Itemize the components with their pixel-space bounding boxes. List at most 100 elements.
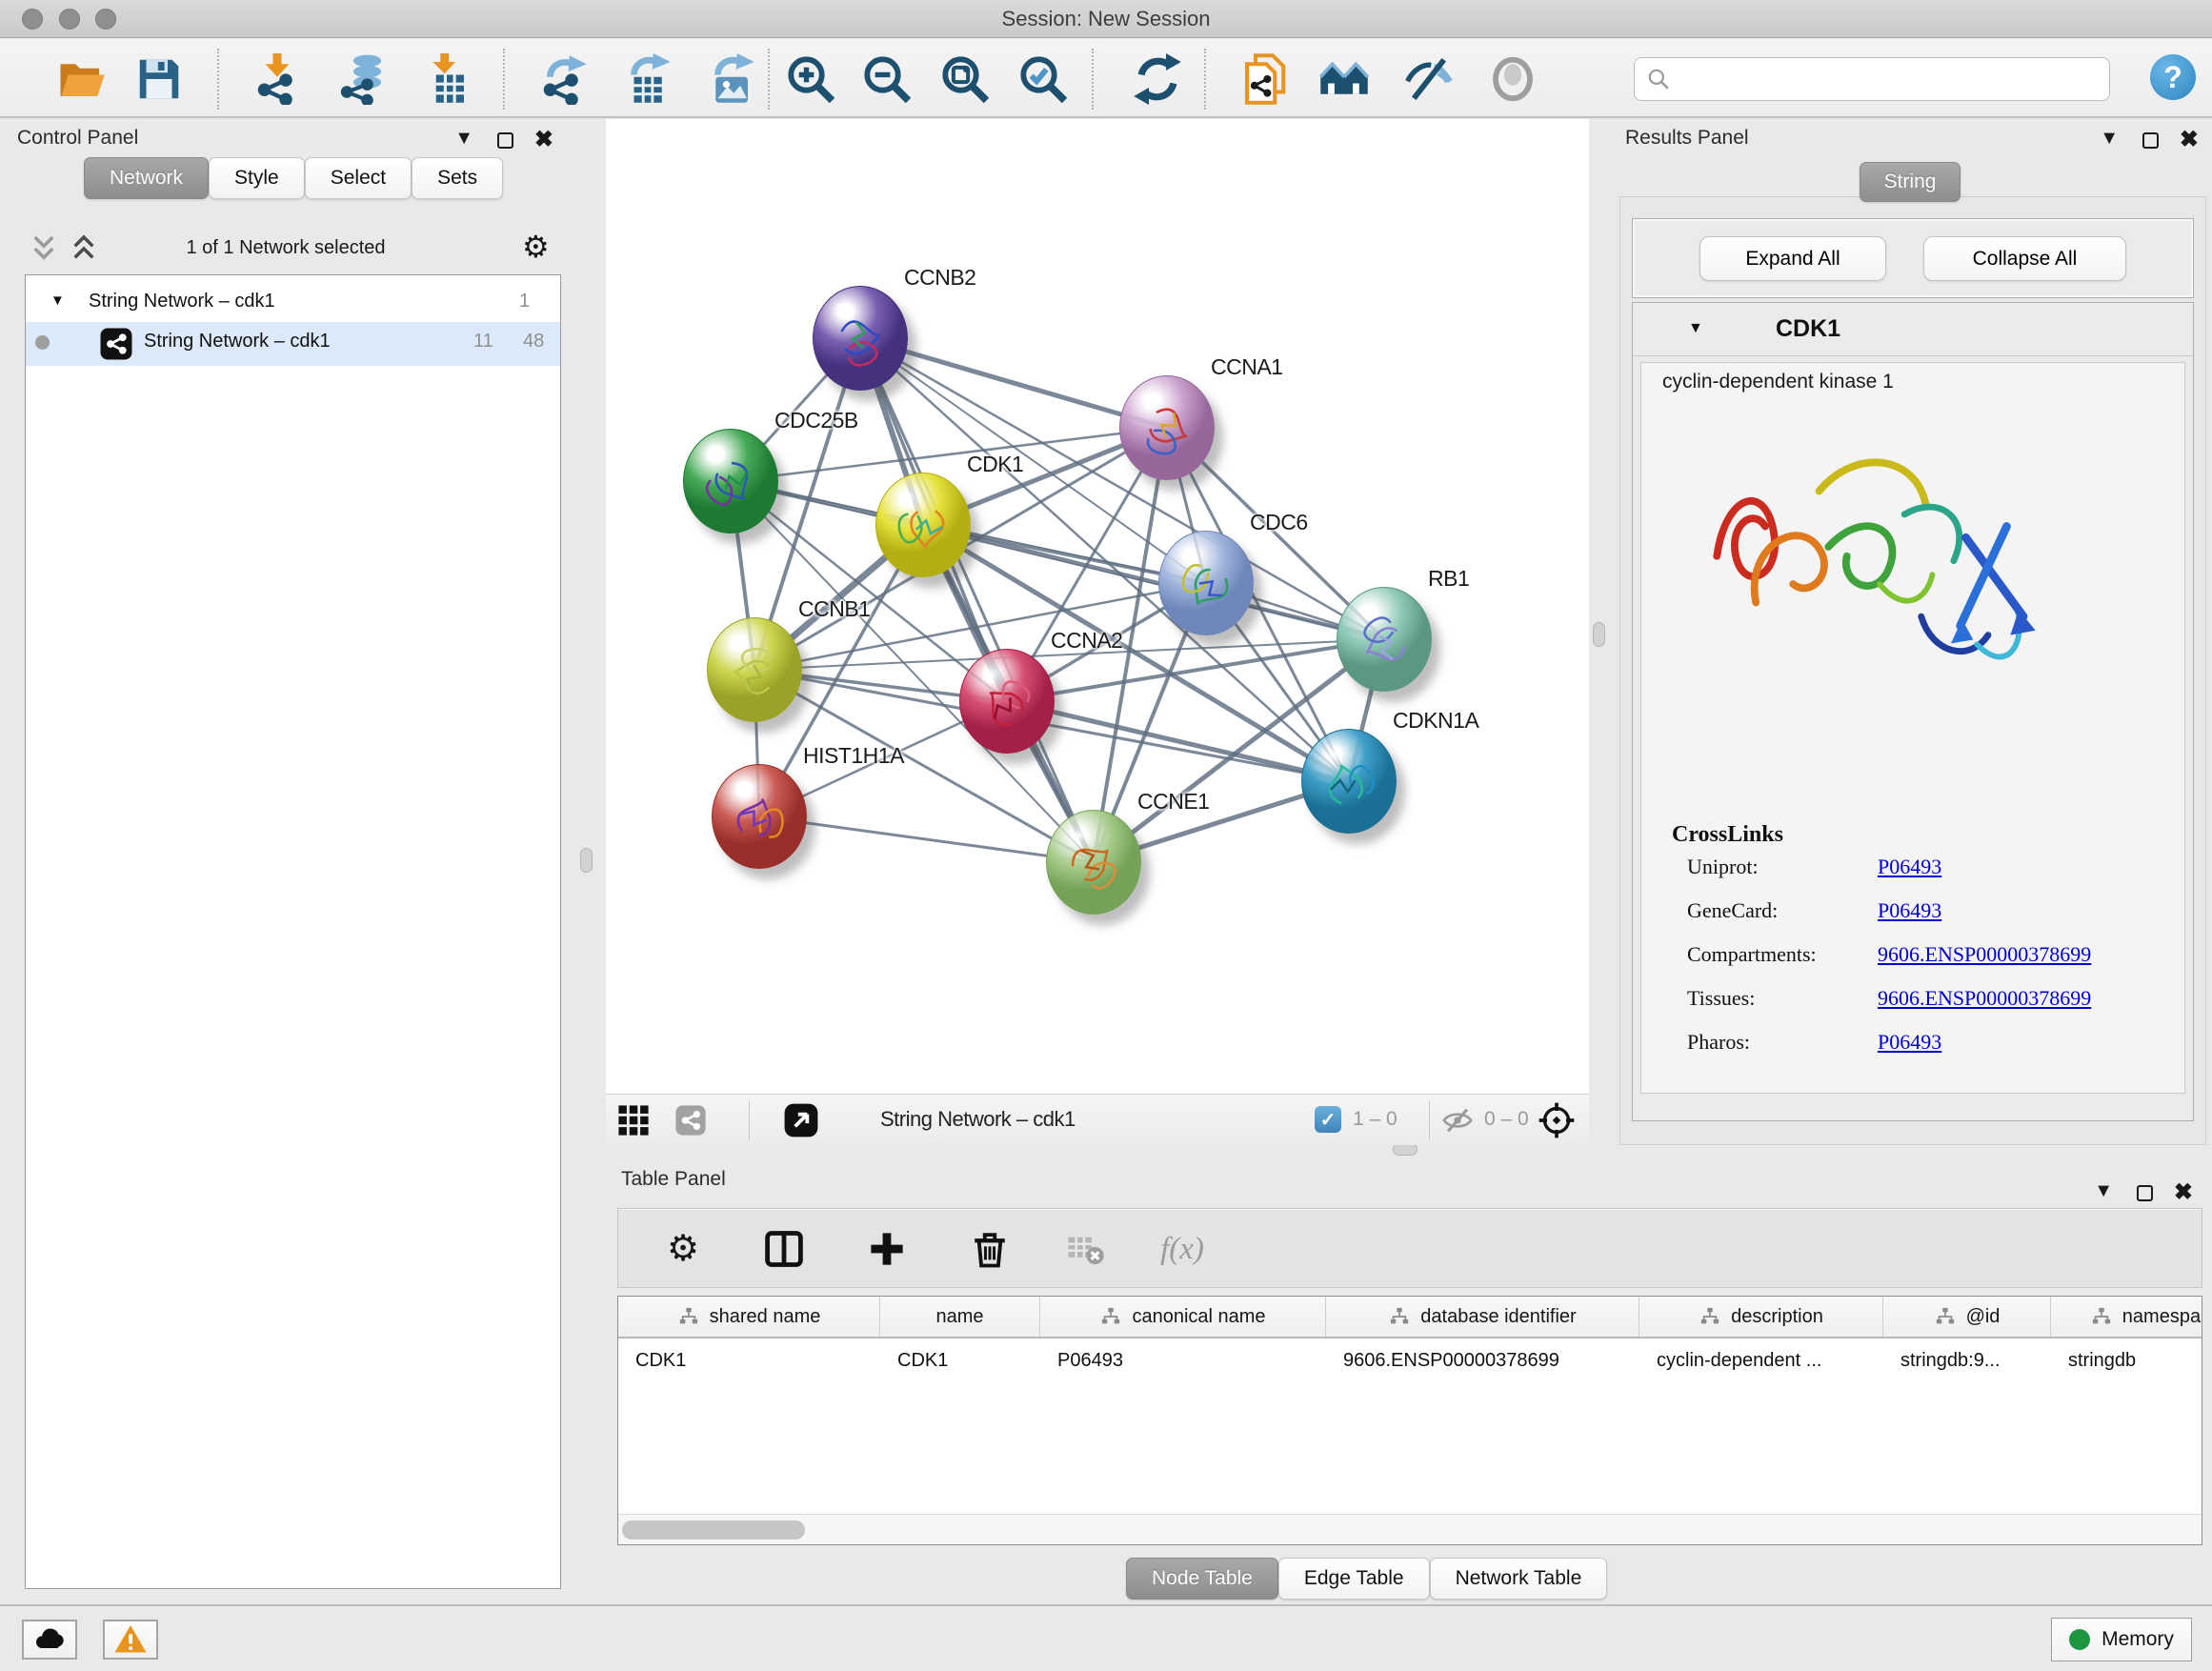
right-splitter[interactable]	[1589, 119, 1610, 1145]
tab-style[interactable]: Style	[209, 157, 305, 199]
tab-select[interactable]: Select	[305, 157, 412, 199]
memory-button[interactable]: Memory	[2051, 1618, 2192, 1661]
close-panel-icon[interactable]: ✖	[2180, 129, 2199, 151]
cell-description[interactable]: cyclin-dependent ...	[1639, 1340, 1883, 1380]
float-panel-icon[interactable]	[2137, 1185, 2153, 1201]
refresh-button[interactable]	[1130, 51, 1185, 107]
open-session-button[interactable]	[54, 51, 110, 107]
export-image-button[interactable]	[703, 51, 758, 107]
zoom-fit-button[interactable]	[937, 51, 993, 107]
node-CCNE1[interactable]	[1046, 810, 1141, 915]
save-session-button[interactable]	[131, 51, 187, 107]
node-CDK1[interactable]	[875, 473, 971, 577]
cell-shared-name[interactable]: CDK1	[618, 1340, 880, 1380]
selected-nodes-checkbox[interactable]: ✓	[1315, 1106, 1341, 1133]
edge-CCNA2-CDKN1A[interactable]	[1007, 701, 1349, 781]
node-CCNB1[interactable]	[707, 617, 802, 722]
scrollbar-thumb[interactable]	[622, 1520, 805, 1540]
column-header-name[interactable]: name	[880, 1297, 1040, 1337]
import-network-button[interactable]	[250, 51, 305, 107]
network-collection-row[interactable]: ▼ String Network – cdk1 1	[26, 282, 560, 322]
node-CDC25B[interactable]	[683, 429, 778, 534]
column-header-canonical-name[interactable]: canonical name	[1040, 1297, 1326, 1337]
search-input[interactable]	[1679, 60, 2109, 98]
tab-sets[interactable]: Sets	[412, 157, 503, 199]
tab-network-table[interactable]: Network Table	[1430, 1558, 1608, 1600]
node-CCNA1[interactable]	[1119, 375, 1215, 480]
expand-all-button[interactable]: Expand All	[1699, 236, 1886, 281]
node-CCNA2[interactable]	[959, 649, 1055, 754]
node-CDKN1A[interactable]	[1301, 729, 1397, 834]
hide-glass-button[interactable]	[1401, 51, 1457, 107]
float-panel-icon[interactable]	[2142, 132, 2159, 149]
column-header-database-identifier[interactable]: database identifier	[1326, 1297, 1639, 1337]
network-canvas[interactable]: CCNB2CCNA1CDC25BCDK1CDC6RB1CCNB1CCNA2CDK…	[606, 119, 1589, 1094]
delete-column-button[interactable]	[965, 1224, 1015, 1274]
crosslink-link[interactable]: P06493	[1878, 855, 1941, 879]
cell-at-id[interactable]: stringdb:9...	[1883, 1340, 2051, 1380]
import-network-from-database-button[interactable]	[335, 51, 391, 107]
crosslink-link[interactable]: P06493	[1878, 1030, 1941, 1055]
export-table-button[interactable]	[619, 51, 674, 107]
table-row[interactable]: CDK1CDK1P064939606.ENSP00000378699cyclin…	[618, 1340, 2202, 1380]
table-settings-button[interactable]: ⚙	[658, 1224, 708, 1274]
network-options-gear-icon[interactable]: ⚙	[522, 232, 550, 262]
help-button[interactable]: ?	[2150, 54, 2196, 100]
tab-string[interactable]: String	[1860, 162, 1961, 202]
edge-CCNE1-HIST1H1A[interactable]	[759, 816, 1094, 862]
collapse-panel-icon[interactable]: ▼	[454, 129, 473, 148]
cell-name[interactable]: CDK1	[880, 1340, 1040, 1380]
left-splitter-handle[interactable]	[580, 848, 593, 873]
right-splitter-handle[interactable]	[1593, 622, 1605, 647]
node-RB1[interactable]	[1337, 587, 1432, 692]
cell-database-identifier[interactable]: 9606.ENSP00000378699	[1326, 1340, 1639, 1380]
zoom-in-button[interactable]	[783, 51, 838, 107]
crosslink-link[interactable]: 9606.ENSP00000378699	[1878, 942, 2091, 967]
collapse-all-button[interactable]: Collapse All	[1923, 236, 2126, 281]
network-row-selected[interactable]: String Network – cdk1 11 48	[26, 322, 560, 366]
float-panel-icon[interactable]	[497, 132, 513, 149]
zoom-selected-button[interactable]	[1016, 51, 1071, 107]
node-CCNB2[interactable]	[813, 286, 908, 391]
bottom-splitter[interactable]	[606, 1145, 2212, 1157]
grid-view-button[interactable]	[617, 1104, 650, 1141]
close-panel-icon[interactable]: ✖	[534, 129, 553, 151]
column-header-namespace[interactable]: namespace	[2051, 1297, 2202, 1337]
cell-namespace[interactable]: stringdb	[2051, 1340, 2202, 1380]
node-CDC6[interactable]	[1158, 531, 1254, 635]
zoom-out-button[interactable]	[859, 51, 915, 107]
close-panel-icon[interactable]: ✖	[2174, 1181, 2193, 1204]
column-header-at-id[interactable]: @id	[1883, 1297, 2051, 1337]
tab-node-table[interactable]: Node Table	[1126, 1558, 1278, 1600]
create-column-button[interactable]	[862, 1224, 912, 1274]
cloud-status-button[interactable]	[22, 1620, 77, 1660]
collapse-panel-icon[interactable]: ▼	[2100, 129, 2119, 148]
import-string-network-button[interactable]	[1237, 51, 1292, 107]
crosslink-link[interactable]: P06493	[1878, 898, 1941, 923]
string-home-button[interactable]	[1317, 51, 1372, 107]
crosshair-icon[interactable]	[1538, 1101, 1576, 1139]
column-header-description[interactable]: description	[1639, 1297, 1883, 1337]
column-header-shared-name[interactable]: shared name	[618, 1297, 880, 1337]
edge-CDK1-RB1[interactable]	[923, 525, 1384, 639]
import-table-button[interactable]	[419, 51, 474, 107]
node-details-header[interactable]: ▼ CDK1	[1633, 303, 2193, 356]
crosslink-link[interactable]: 9606.ENSP00000378699	[1878, 986, 2091, 1011]
node-HIST1H1A[interactable]	[712, 764, 807, 869]
export-network-button[interactable]	[535, 51, 591, 107]
cell-canonical-name[interactable]: P06493	[1040, 1340, 1326, 1380]
edge-CCNB2-CCNE1[interactable]	[860, 338, 1094, 862]
collapse-panel-icon[interactable]: ▼	[2094, 1181, 2113, 1200]
left-splitter[interactable]	[567, 119, 606, 1604]
birds-eye-view-button[interactable]	[783, 1102, 819, 1143]
network-view-mode-button[interactable]	[674, 1104, 707, 1141]
collapse-all-icon[interactable]	[29, 233, 59, 264]
tab-edge-table[interactable]: Edge Table	[1278, 1558, 1430, 1600]
search-field[interactable]	[1634, 57, 2110, 101]
tab-network[interactable]: Network	[84, 157, 209, 199]
collapse-entry-icon[interactable]: ▼	[1688, 320, 1703, 337]
table-horizontal-scrollbar[interactable]	[618, 1514, 2202, 1544]
warnings-button[interactable]	[103, 1620, 158, 1660]
show-columns-button[interactable]	[759, 1224, 809, 1274]
tree-expand-icon[interactable]: ▼	[50, 292, 65, 309]
